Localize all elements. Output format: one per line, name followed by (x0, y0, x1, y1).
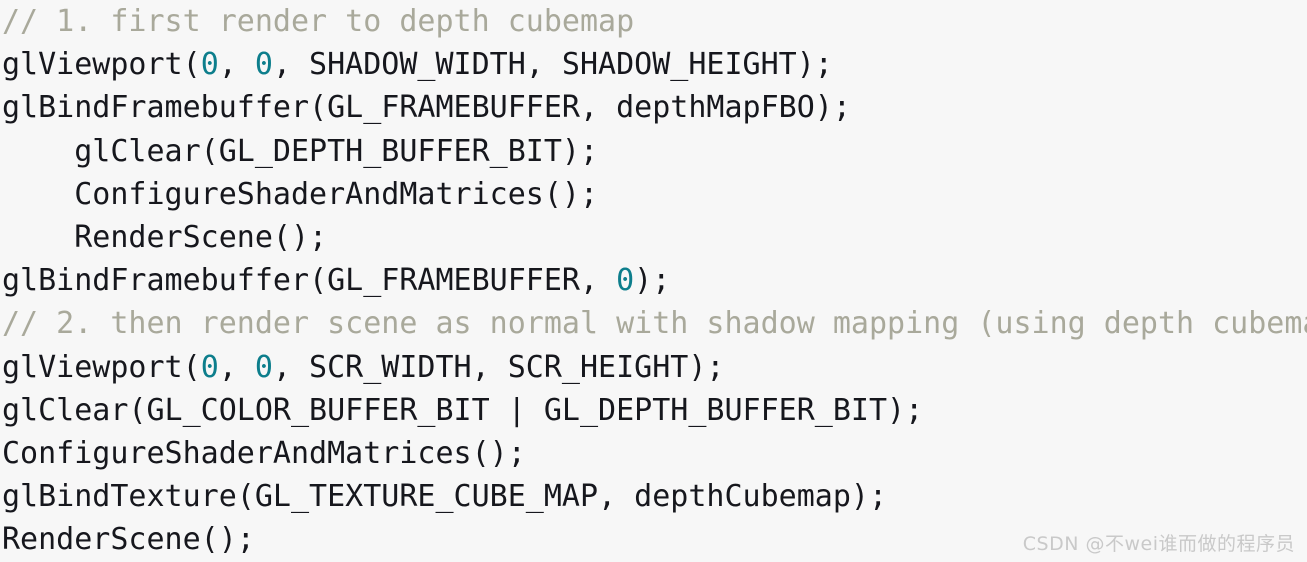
code-token-plain: glViewport( (2, 47, 201, 83)
code-token-plain: , SHADOW_WIDTH, SHADOW_HEIGHT); (272, 47, 833, 83)
code-line: glViewport(0, 0, SHADOW_WIDTH, SHADOW_HE… (0, 43, 1307, 86)
code-token-plain: glBindFramebuffer(GL_FRAMEBUFFER, depthM… (2, 90, 851, 126)
code-token-plain: glBindFramebuffer(GL_FRAMEBUFFER, (2, 263, 617, 299)
code-token-number: 0 (616, 263, 635, 299)
code-token-plain: RenderScene(); (2, 522, 255, 558)
code-token-plain: ConfigureShaderAndMatrices(); (2, 176, 599, 212)
code-token-plain: , (218, 349, 255, 385)
code-line: // 2. then render scene as normal with s… (0, 302, 1307, 345)
code-token-plain: glClear(GL_COLOR_BUFFER_BIT | GL_DEPTH_B… (2, 392, 924, 428)
code-token-plain: , (218, 47, 255, 83)
code-line: glBindTexture(GL_TEXTURE_CUBE_MAP, depth… (0, 475, 1307, 518)
code-token-plain: glBindTexture(GL_TEXTURE_CUBE_MAP, depth… (2, 479, 888, 515)
code-line: glViewport(0, 0, SCR_WIDTH, SCR_HEIGHT); (0, 346, 1307, 389)
code-token-comment: // 2. then render scene as normal with s… (2, 306, 1307, 342)
code-line: ConfigureShaderAndMatrices(); (0, 432, 1307, 475)
code-line: glBindFramebuffer(GL_FRAMEBUFFER, depthM… (0, 86, 1307, 129)
code-token-plain: ); (634, 263, 671, 299)
code-token-plain: glViewport( (2, 349, 201, 385)
code-line: glBindFramebuffer(GL_FRAMEBUFFER, 0); (0, 259, 1307, 302)
code-token-number: 0 (200, 349, 219, 385)
code-line: RenderScene(); (0, 216, 1307, 259)
code-token-comment: // 1. first render to depth cubemap (2, 4, 635, 39)
code-line: // 1. first render to depth cubemap (0, 0, 1307, 43)
code-token-number: 0 (200, 47, 219, 83)
code-token-plain: , SCR_WIDTH, SCR_HEIGHT); (272, 349, 725, 385)
watermark: CSDN @不wei谁而做的程序员 (1022, 533, 1295, 555)
code-line: ConfigureShaderAndMatrices(); (0, 173, 1307, 216)
code-block: // 1. first render to depth cubemap glVie… (0, 0, 1307, 562)
code-token-plain: glClear(GL_DEPTH_BUFFER_BIT); (2, 133, 599, 169)
code-token-plain: RenderScene(); (2, 219, 328, 255)
code-line: glClear(GL_COLOR_BUFFER_BIT | GL_DEPTH_B… (0, 389, 1307, 432)
code-token-plain: ConfigureShaderAndMatrices(); (2, 435, 526, 471)
code-line: glClear(GL_DEPTH_BUFFER_BIT); (0, 130, 1307, 173)
code-token-number: 0 (254, 349, 273, 385)
code-token-number: 0 (254, 47, 273, 83)
